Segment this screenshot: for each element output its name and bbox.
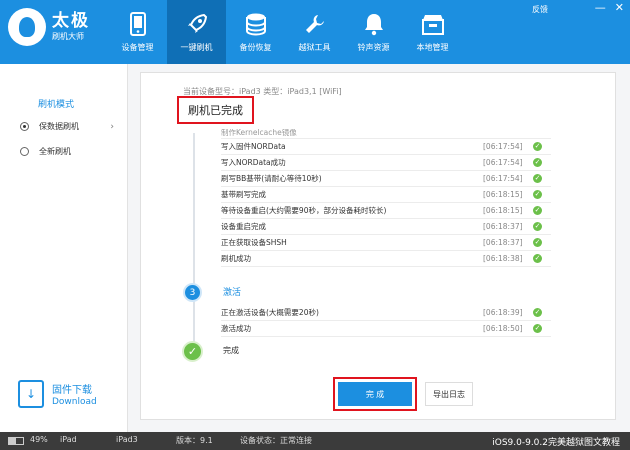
log-row: 刷写BB基带(请耐心等待10秒) [06:17:54] ✓ [221,171,551,187]
log-row-partial: 制作Kernelcache镜像 [221,129,551,139]
device-type: iPad [60,435,77,444]
nav-jailbreak-tools[interactable]: 越狱工具 [285,0,344,64]
check-icon: ✓ [533,222,542,231]
nav-label: 本地管理 [416,43,449,52]
sidebar-item-fresh-flash[interactable]: 全新刷机 [20,146,120,157]
firmware-download-label-en: Download [52,397,97,407]
log-time: [06:17:54] [483,158,523,167]
log-time: [06:17:54] [483,174,523,183]
flash-progress-panel: 当前设备型号：iPad3 类型：iPad3,1 [WiFi] 刷机已完成 制作K… [140,72,616,420]
sidebar: 刷机模式 保数据刷机 › 全新刷机 固件下载 Download [0,64,128,432]
box-icon [421,11,445,37]
app-header: 太极 刷机大师 设备管理 一键刷机 备份恢复 越狱工具 铃声资源 本地管理 反馈… [0,0,630,64]
step-3-badge: 3 [183,283,202,302]
check-icon: ✓ [533,308,542,317]
app-logo: 太极 刷机大师 [8,8,90,46]
log-row: 写入NORData成功 [06:17:54] ✓ [221,155,551,171]
close-button[interactable]: ✕ [615,2,624,13]
log-row: 写入固件NORData [06:17:54] ✓ [221,139,551,155]
database-icon [244,11,268,37]
flash-complete-title: 刷机已完成 [177,96,254,124]
log-time: [06:18:38] [483,254,523,263]
log-time: [06:18:39] [483,308,523,317]
app-title: 太极 [52,11,90,31]
window-controls: — ✕ [595,2,624,13]
nav-backup-restore[interactable]: 备份恢复 [226,0,285,64]
log-row: 刷机成功 [06:18:38] ✓ [221,251,551,267]
export-log-button[interactable]: 导出日志 [425,382,473,406]
log-time: [06:17:54] [483,142,523,151]
rocket-icon [185,11,209,37]
check-icon: ✓ [533,142,542,151]
chevron-right-icon: › [110,121,114,132]
device-model: iPad3 [116,435,138,444]
battery-fill [9,438,16,444]
firmware-download-button[interactable]: 固件下载 Download [18,380,97,408]
log-row: 正在激活设备(大概需要20秒) [06:18:39] ✓ [221,305,551,321]
main-nav: 设备管理 一键刷机 备份恢复 越狱工具 铃声资源 本地管理 [108,0,462,64]
taiji-logo-icon [8,8,46,46]
flash-mode-title: 刷机模式 [38,100,75,110]
feedback-link[interactable]: 反馈 [532,4,548,15]
nav-label: 一键刷机 [180,43,213,52]
sidebar-item-label: 保数据刷机 [39,122,79,131]
step-3-label: 激活 [223,288,242,298]
log-time: [06:18:15] [483,206,523,215]
app-subtitle: 刷机大师 [52,32,84,41]
status-bar: 49% iPad iPad3 版本：9.1 设备状态：正常连接 iOS9.0-9… [0,432,630,450]
done-button[interactable]: 完 成 [338,382,412,406]
nav-local-manage[interactable]: 本地管理 [403,0,462,64]
nav-label: 备份恢复 [239,43,272,52]
log-time: [06:18:37] [483,238,523,247]
firmware-download-icon [18,380,44,408]
battery-icon [8,437,24,445]
complete-label: 完成 [223,346,239,355]
complete-check-icon: ✓ [182,341,203,362]
check-icon: ✓ [533,324,542,333]
nav-label: 越狱工具 [298,43,331,52]
battery-percent: 49% [30,435,48,444]
nav-label: 铃声资源 [357,43,390,52]
log-row: 设备重启完成 [06:18:37] ✓ [221,219,551,235]
check-icon: ✓ [533,174,542,183]
flash-log-list: 制作Kernelcache镜像 写入固件NORData [06:17:54] ✓ 写… [221,129,551,267]
log-row: 正在获取设备SHSH [06:18:37] ✓ [221,235,551,251]
nav-one-click-flash[interactable]: 一键刷机 [167,0,226,64]
bell-icon [362,11,386,37]
check-icon: ✓ [533,158,542,167]
nav-ringtones[interactable]: 铃声资源 [344,0,403,64]
check-icon: ✓ [533,238,542,247]
radio-unselected-icon [20,147,29,156]
wrench-icon [303,11,327,37]
log-row: 等待设备重启(大约需要90秒，部分设备耗时较长) [06:18:15] ✓ [221,203,551,219]
phone-icon [126,11,150,37]
sidebar-item-label: 全新刷机 [39,147,71,156]
log-time: [06:18:37] [483,222,523,231]
log-row: 基带刷写完成 [06:18:15] ✓ [221,187,551,203]
ios-version: 版本：9.1 [176,436,213,445]
minimize-button[interactable]: — [595,2,606,13]
device-state: 设备状态：正常连接 [240,436,312,445]
check-icon: ✓ [533,254,542,263]
check-icon: ✓ [533,190,542,199]
nav-label: 设备管理 [121,43,154,52]
firmware-download-label: 固件下载 [52,385,92,396]
check-icon: ✓ [533,206,542,215]
sidebar-item-keep-data[interactable]: 保数据刷机 › [20,121,120,132]
jailbreak-tutorial-link[interactable]: iOS9.0-9.0.2完美越狱图文教程 [492,435,620,448]
done-button-highlight: 完 成 [333,377,417,411]
nav-device-manage[interactable]: 设备管理 [108,0,167,64]
log-time: [06:18:15] [483,190,523,199]
log-time: [06:18:50] [483,324,523,333]
radio-selected-icon [20,122,29,131]
log-row: 激活成功 [06:18:50] ✓ [221,321,551,337]
progress-timeline [193,133,195,353]
activation-log-list: 正在激活设备(大概需要20秒) [06:18:39] ✓ 激活成功 [06:18:50… [221,305,551,337]
